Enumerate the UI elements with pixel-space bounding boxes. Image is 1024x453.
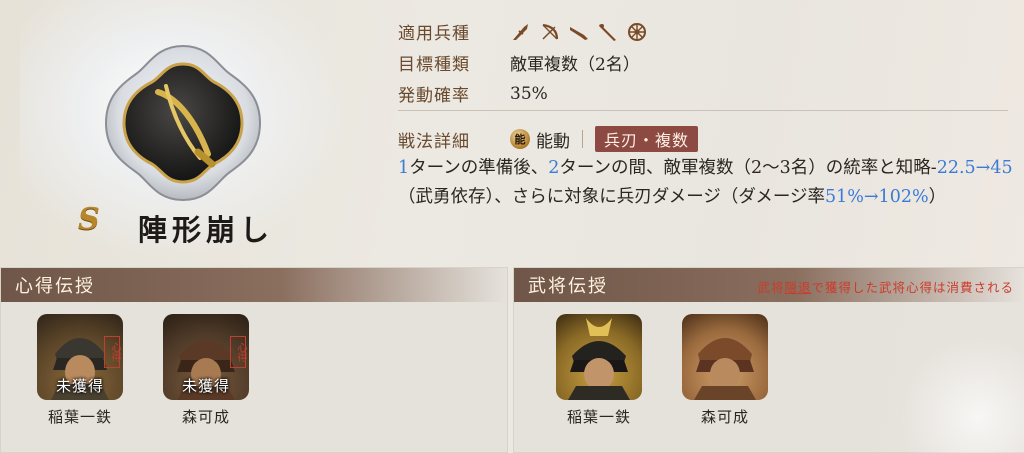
- stamp-badge: 心得: [104, 336, 120, 368]
- chance-value: 35%: [510, 83, 548, 104]
- spear-icon: [513, 23, 528, 40]
- tactic-label: 戦法詳細: [398, 131, 470, 152]
- divider: [398, 110, 1008, 111]
- decorative-petals: [874, 333, 1024, 453]
- troop-row: 適用兵種: [398, 16, 1008, 47]
- inherit-panel: 心得伝授 心得 未獲得 稲葉一鉄 心得 未獲得 森可成: [0, 267, 508, 453]
- general-name: 稲葉一鉄: [566, 408, 631, 426]
- troop-label: 適用兵種: [398, 24, 470, 44]
- skill-info: 適用兵種 目標種類 敵軍複数（2名） 発動確率 35%: [398, 16, 1008, 109]
- unobtained-label: 未獲得: [55, 377, 104, 395]
- unobtained-label: 未獲得: [181, 377, 230, 395]
- retire-note: 武将隠退で獲得した武将心得は消費される: [757, 277, 1014, 296]
- tactic-tag: 兵刃・複数: [595, 126, 699, 152]
- tactic-detail: 戦法詳細 能 能動 兵刃・複数 1ターンの準備後、2ターンの間、敵軍複数（2〜3…: [398, 126, 1018, 212]
- inherit-card-mori[interactable]: 心得 未獲得 森可成: [161, 314, 251, 427]
- general-name: 森可成: [700, 408, 749, 426]
- bow-icon: [542, 23, 559, 40]
- inherit-panel-title: 心得伝授: [1, 268, 507, 302]
- desc-damage-rate: 51%→102%: [825, 187, 929, 207]
- gun-icon: [570, 26, 588, 40]
- chance-row: 発動確率 35%: [398, 78, 1008, 109]
- desc-stat-value: 22.5→45: [936, 158, 1013, 178]
- general-name: 稲葉一鉄: [47, 408, 112, 426]
- cavalry-icon: [599, 23, 616, 41]
- general-card-mori[interactable]: 森可成: [680, 314, 770, 427]
- stamp-badge: 心得: [230, 336, 246, 368]
- desc-turns-duration: 2: [548, 158, 560, 178]
- active-type-icon: 能: [510, 129, 530, 149]
- desc-text-1: ターンの準備後、: [409, 158, 549, 178]
- desc-text-4: ）: [928, 187, 947, 207]
- warrior-portrait-icon: [694, 338, 756, 400]
- target-label: 目標種類: [398, 55, 470, 75]
- wagon-icon: [628, 22, 646, 41]
- desc-text-3: （武勇依存）、さらに対象に兵刃ダメージ（ダメージ率: [398, 187, 825, 207]
- desc-turns-prep: 1: [398, 158, 410, 178]
- skill-name: 陣形崩し: [138, 213, 275, 247]
- desc-text-2: ターンの間、敵軍複数（2〜3名）の統率と知略-: [559, 158, 937, 178]
- avatar: [556, 314, 642, 400]
- avatar: 心得 未獲得: [37, 314, 123, 400]
- skill-rank: S: [78, 202, 100, 237]
- note-text-1: 武将: [757, 280, 785, 295]
- general-card-inaba[interactable]: 稲葉一鉄: [554, 314, 644, 427]
- general-name: 森可成: [181, 408, 230, 426]
- avatar: [682, 314, 768, 400]
- chance-label: 発動確率: [398, 86, 470, 106]
- retire-link[interactable]: 隠退: [784, 280, 811, 295]
- target-row: 目標種類 敵軍複数（2名）: [398, 47, 1008, 78]
- crossed-blades-icon: [104, 44, 262, 202]
- tactic-description: 1ターンの準備後、2ターンの間、敵軍複数（2〜3名）の統率と知略-22.5→45…: [398, 154, 1018, 212]
- tactic-header: 戦法詳細 能 能動 兵刃・複数: [398, 126, 1018, 152]
- inherit-card-inaba[interactable]: 心得 未獲得 稲葉一鉄: [35, 314, 125, 427]
- target-value: 敵軍複数（2名）: [510, 55, 640, 75]
- warrior-portrait-icon: [568, 318, 630, 400]
- tactic-type: 能動: [536, 131, 570, 152]
- separator: [582, 130, 583, 148]
- avatar: 心得 未獲得: [163, 314, 249, 400]
- note-text-2: で獲得した武将心得は消費される: [811, 280, 1014, 295]
- troop-icons: [510, 21, 648, 43]
